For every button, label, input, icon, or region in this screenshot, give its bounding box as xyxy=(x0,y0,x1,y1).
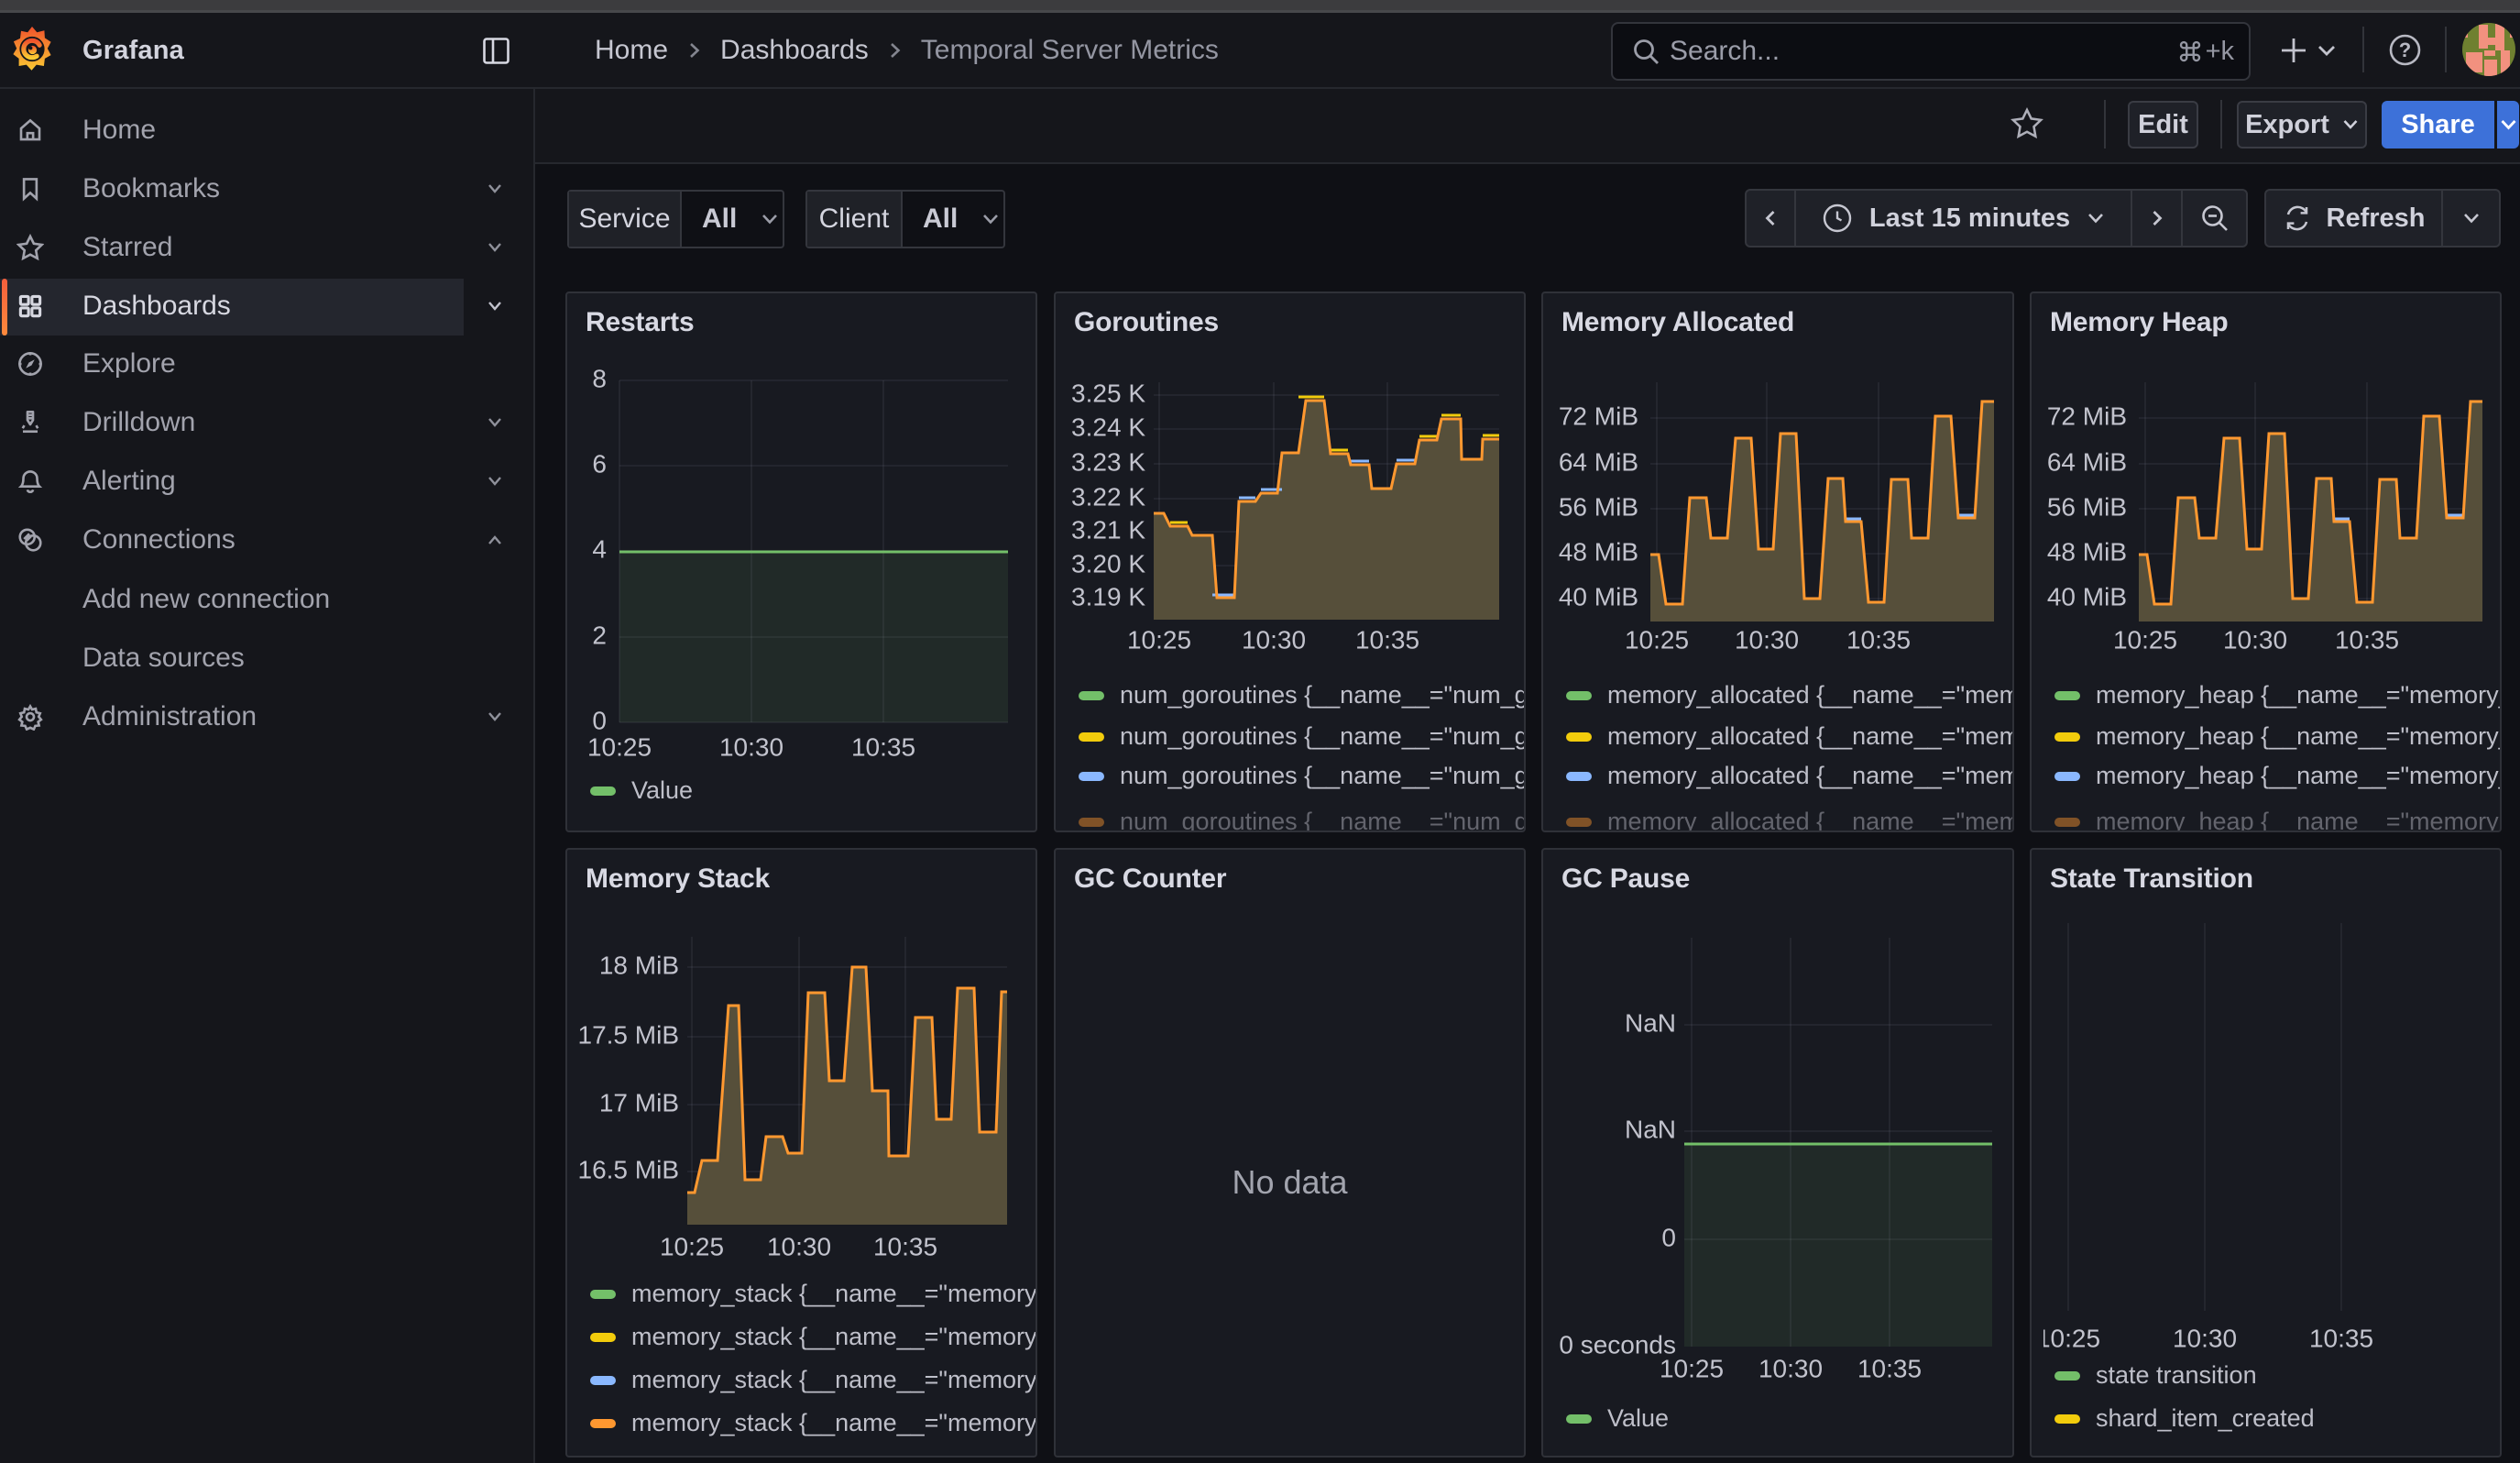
svg-text:memory_stack {__name__="memory: memory_stack {__name__="memory_stack"} xyxy=(631,1323,1035,1350)
svg-text:0 seconds: 0 seconds xyxy=(1559,1330,1676,1358)
svg-text:memory_heap {__name__="memory_: memory_heap {__name__="memory_heap"} xyxy=(2096,681,2500,709)
svg-text:3.24 K: 3.24 K xyxy=(1071,412,1145,441)
svg-text:48 MiB: 48 MiB xyxy=(2047,537,2127,566)
svg-text:3.23 K: 3.23 K xyxy=(1071,447,1145,476)
svg-text:10:35: 10:35 xyxy=(2335,625,2399,654)
svg-text:state transition: state transition xyxy=(2096,1361,2257,1389)
svg-text:memory_stack {__name__="memory: memory_stack {__name__="memory_stack"} xyxy=(631,1409,1035,1436)
svg-text:17 MiB: 17 MiB xyxy=(599,1088,679,1116)
svg-text:10:30: 10:30 xyxy=(719,732,783,761)
svg-text:3.21 K: 3.21 K xyxy=(1071,515,1145,544)
svg-text:10:30: 10:30 xyxy=(1759,1354,1823,1382)
svg-text:?: ? xyxy=(2399,38,2411,61)
svg-text:72 MiB: 72 MiB xyxy=(2047,402,2127,430)
svg-text:10:30: 10:30 xyxy=(767,1232,831,1260)
svg-text:10:25: 10:25 xyxy=(587,732,652,761)
svg-text:10:25: 10:25 xyxy=(2113,625,2177,654)
svg-text:num_goroutines {__name__="num_: num_goroutines {__name__="num_goroutines… xyxy=(1120,808,1524,830)
svg-text:NaN: NaN xyxy=(1625,1115,1676,1143)
svg-text:10:35: 10:35 xyxy=(1857,1354,1922,1382)
svg-text:3.25 K: 3.25 K xyxy=(1071,379,1145,407)
svg-text:Value: Value xyxy=(631,776,693,804)
svg-text:10:30: 10:30 xyxy=(1735,625,1799,654)
svg-text:10:25: 10:25 xyxy=(2036,1324,2100,1352)
svg-text:64 MiB: 64 MiB xyxy=(1559,447,1638,476)
svg-text:56 MiB: 56 MiB xyxy=(1559,492,1638,521)
svg-text:10:35: 10:35 xyxy=(873,1232,937,1260)
svg-text:56 MiB: 56 MiB xyxy=(2047,492,2127,521)
svg-text:40 MiB: 40 MiB xyxy=(2047,582,2127,610)
svg-text:3.19 K: 3.19 K xyxy=(1071,582,1145,610)
svg-text:48 MiB: 48 MiB xyxy=(1559,537,1638,566)
svg-text:memory_stack {__name__="memory: memory_stack {__name__="memory_stack"} xyxy=(631,1366,1035,1393)
svg-text:0: 0 xyxy=(592,706,607,734)
svg-text:num_goroutines {__name__="num_: num_goroutines {__name__="num_goroutines… xyxy=(1120,681,1524,709)
svg-text:10:35: 10:35 xyxy=(2309,1324,2373,1352)
svg-text:6: 6 xyxy=(592,449,607,478)
svg-text:shard_item_created: shard_item_created xyxy=(2096,1404,2315,1432)
svg-text:8: 8 xyxy=(592,364,607,392)
svg-text:num_goroutines {__name__="num_: num_goroutines {__name__="num_goroutines… xyxy=(1120,722,1524,750)
svg-text:memory_heap {__name__="memory_: memory_heap {__name__="memory_heap"} xyxy=(2096,808,2500,830)
svg-text:4: 4 xyxy=(592,534,607,563)
svg-text:10:25: 10:25 xyxy=(1625,625,1689,654)
svg-text:3.22 K: 3.22 K xyxy=(1071,482,1145,511)
svg-text:0: 0 xyxy=(1661,1223,1676,1251)
svg-text:Value: Value xyxy=(1607,1404,1669,1432)
svg-text:memory_heap {__name__="memory_: memory_heap {__name__="memory_heap"} xyxy=(2096,762,2500,789)
svg-text:72 MiB: 72 MiB xyxy=(1559,402,1638,430)
svg-text:2: 2 xyxy=(592,621,607,649)
svg-text:memory_stack {__name__="memory: memory_stack {__name__="memory_stack"} xyxy=(631,1280,1035,1307)
svg-text:3.20 K: 3.20 K xyxy=(1071,549,1145,578)
svg-text:40 MiB: 40 MiB xyxy=(1559,582,1638,610)
svg-text:memory_heap {__name__="memory_: memory_heap {__name__="memory_heap"} xyxy=(2096,722,2500,750)
svg-text:10:30: 10:30 xyxy=(2173,1324,2237,1352)
svg-text:memory_allocated {__name__="me: memory_allocated {__name__="memory_alloc… xyxy=(1607,722,2012,750)
svg-text:NaN: NaN xyxy=(1625,1008,1676,1037)
svg-text:18 MiB: 18 MiB xyxy=(599,951,679,979)
svg-text:memory_allocated {__name__="me: memory_allocated {__name__="memory_alloc… xyxy=(1607,808,2012,830)
svg-text:10:35: 10:35 xyxy=(1846,625,1911,654)
svg-text:memory_allocated {__name__="me: memory_allocated {__name__="memory_alloc… xyxy=(1607,762,2012,789)
svg-text:num_goroutines {__name__="num_: num_goroutines {__name__="num_goroutines… xyxy=(1120,762,1524,789)
svg-text:16.5 MiB: 16.5 MiB xyxy=(578,1155,680,1183)
svg-text:10:30: 10:30 xyxy=(1242,625,1306,654)
svg-text:10:25: 10:25 xyxy=(1660,1354,1724,1382)
svg-text:10:25: 10:25 xyxy=(660,1232,724,1260)
svg-text:memory_allocated {__name__="me: memory_allocated {__name__="memory_alloc… xyxy=(1607,681,2012,709)
svg-text:10:30: 10:30 xyxy=(2223,625,2287,654)
svg-text:10:35: 10:35 xyxy=(851,732,915,761)
svg-text:17.5 MiB: 17.5 MiB xyxy=(578,1020,680,1049)
svg-text:10:35: 10:35 xyxy=(1355,625,1419,654)
svg-text:64 MiB: 64 MiB xyxy=(2047,447,2127,476)
svg-text:10:25: 10:25 xyxy=(1127,625,1191,654)
